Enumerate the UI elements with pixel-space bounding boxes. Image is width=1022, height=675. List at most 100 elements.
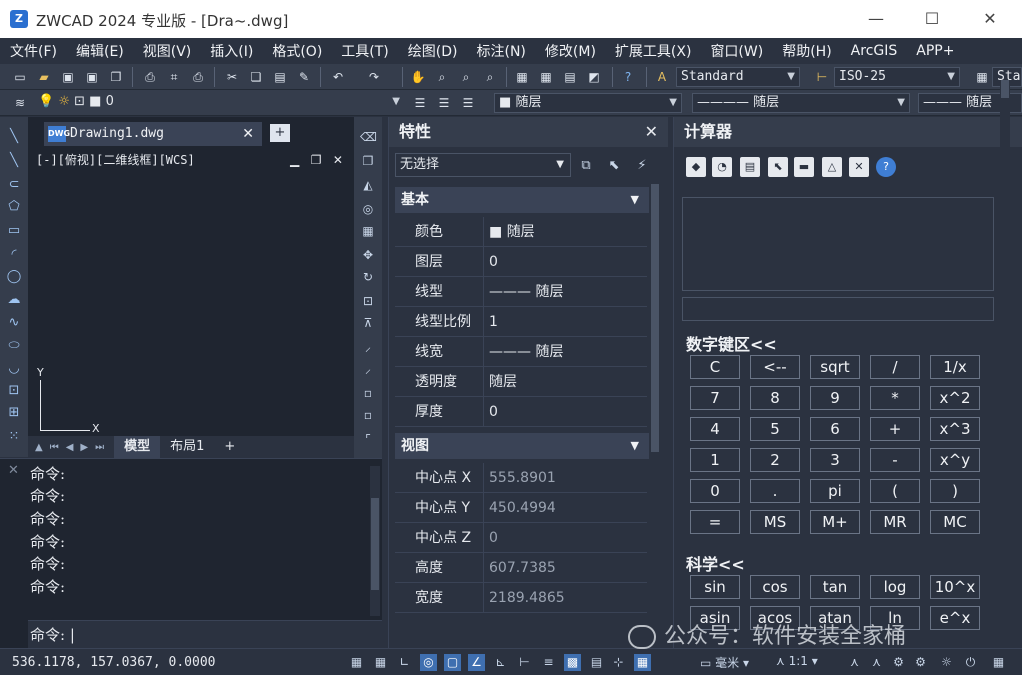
prop-row-thickness[interactable]: 厚度 0 bbox=[395, 397, 647, 427]
dim-style-select[interactable]: ISO-25 ▼ bbox=[834, 67, 960, 87]
arc-icon[interactable]: ◜ bbox=[6, 247, 22, 263]
chamfer-icon[interactable]: ⌜ bbox=[360, 431, 376, 447]
properties-icon[interactable]: ▦ bbox=[514, 69, 530, 85]
layer-select[interactable]: 💡 ☼ ⊡ ■ 0 ▼ bbox=[34, 93, 404, 113]
command-scrollbar[interactable] bbox=[370, 466, 380, 616]
zoom-realtime-icon[interactable]: ⌕ bbox=[434, 69, 450, 85]
transparency-toggle-icon[interactable]: ▩ bbox=[564, 654, 581, 671]
undo-icon[interactable]: ↶ bbox=[330, 69, 346, 85]
layer-state-icon[interactable]: ☰ bbox=[460, 95, 476, 111]
numpad-key[interactable]: x^2 bbox=[930, 386, 980, 410]
numpad-key[interactable]: x^y bbox=[930, 448, 980, 472]
tab-layout1[interactable]: 布局1 bbox=[160, 436, 214, 458]
numpad-key[interactable]: 2 bbox=[750, 448, 800, 472]
numpad-key[interactable]: = bbox=[690, 510, 740, 534]
menu-tools[interactable]: 工具(T) bbox=[341, 41, 388, 61]
numpad-key[interactable]: . bbox=[750, 479, 800, 503]
lineweight-toggle-icon[interactable]: ≡ bbox=[540, 654, 557, 671]
science-header[interactable]: 科学<< bbox=[686, 551, 745, 575]
prop-row-linetype[interactable]: 线型 ——— 随层 bbox=[395, 277, 647, 307]
prop-row-width[interactable]: 宽度 2189.4865 bbox=[395, 583, 647, 613]
numpad-key[interactable]: + bbox=[870, 417, 920, 441]
copy-icon[interactable]: ❏ bbox=[248, 69, 264, 85]
menu-arcgis[interactable]: ArcGIS bbox=[851, 43, 898, 59]
get-coordinates-icon[interactable]: ⬉ bbox=[768, 157, 788, 177]
clean-screen-icon[interactable]: ▦ bbox=[990, 654, 1007, 671]
join-icon[interactable]: ▫ bbox=[360, 407, 376, 423]
numpad-key[interactable]: x^3 bbox=[930, 417, 980, 441]
auto-scale-icon[interactable]: ⋏ bbox=[868, 654, 885, 671]
select-objects-icon[interactable]: ⬉ bbox=[605, 157, 623, 175]
prop-row-center-x[interactable]: 中心点 X 555.8901 bbox=[395, 463, 647, 493]
linetype-select[interactable]: ———— 随层 ▼ bbox=[692, 93, 910, 113]
numpad-key[interactable]: * bbox=[870, 386, 920, 410]
calculator-input[interactable] bbox=[682, 297, 994, 321]
plot-icon[interactable]: ⎙ bbox=[190, 69, 206, 85]
numpad-key[interactable]: 6 bbox=[810, 417, 860, 441]
pan-hand-icon[interactable]: ✋ bbox=[410, 69, 426, 85]
settings-gear-icon[interactable]: ⚙ bbox=[912, 654, 929, 671]
first-layout-icon[interactable]: ▲ bbox=[35, 442, 43, 453]
clear-history-icon[interactable]: ◔ bbox=[712, 157, 732, 177]
quick-properties-icon[interactable]: ▤ bbox=[588, 654, 605, 671]
ellipse-arc-icon[interactable]: ◡ bbox=[6, 361, 22, 377]
command-input[interactable]: 命令: | bbox=[28, 620, 382, 648]
new-file-icon[interactable]: ▭ bbox=[12, 69, 28, 85]
menu-format[interactable]: 格式(O) bbox=[272, 41, 322, 61]
polar-tracking-icon[interactable]: ◎ bbox=[420, 654, 437, 671]
close-properties-icon[interactable]: ✕ bbox=[645, 122, 658, 141]
open-folder-icon[interactable]: ▰ bbox=[36, 69, 52, 85]
layer-previous-icon[interactable]: ☰ bbox=[436, 95, 452, 111]
menu-insert[interactable]: 插入(I) bbox=[210, 41, 253, 61]
prop-row-center-y[interactable]: 中心点 Y 450.4994 bbox=[395, 493, 647, 523]
grid-display-icon[interactable]: ▦ bbox=[372, 654, 389, 671]
rectangle-icon[interactable]: ▭ bbox=[6, 223, 22, 239]
viewport-restore-icon[interactable]: ❐ bbox=[311, 153, 322, 167]
extend-icon[interactable]: ⸝ bbox=[360, 361, 376, 377]
numpad-key[interactable]: - bbox=[870, 448, 920, 472]
prop-row-lineweight[interactable]: 线宽 ——— 随层 bbox=[395, 337, 647, 367]
prop-row-height[interactable]: 高度 607.7385 bbox=[395, 553, 647, 583]
units-display[interactable]: ▭ 毫米 ▾ bbox=[700, 654, 749, 671]
trim-icon[interactable]: ⸝ bbox=[360, 339, 376, 355]
prop-row-center-z[interactable]: 中心点 Z 0 bbox=[395, 523, 647, 553]
polygon-icon[interactable]: ⬠ bbox=[6, 199, 22, 215]
new-tab-button[interactable]: + bbox=[270, 124, 290, 142]
ray-icon[interactable]: ╲ bbox=[6, 153, 22, 169]
toggle-pickadd-icon[interactable]: ⧉ bbox=[577, 157, 595, 175]
point-icon[interactable]: ⁙ bbox=[6, 429, 22, 445]
maximize-button[interactable]: ☐ bbox=[912, 6, 952, 32]
hardware-acceleration-icon[interactable]: ☼ bbox=[938, 654, 955, 671]
make-layer-current-icon[interactable]: ☰ bbox=[412, 95, 428, 111]
numpad-key[interactable]: MS bbox=[750, 510, 800, 534]
document-tab[interactable]: DWG Drawing1.dwg ✕ bbox=[44, 122, 262, 146]
annotation-monitor-icon[interactable]: ▦ bbox=[634, 654, 651, 671]
properties-scrollbar[interactable] bbox=[650, 184, 660, 624]
circle-icon[interactable]: ◯ bbox=[6, 269, 22, 285]
scale-icon[interactable]: ⊡ bbox=[360, 293, 376, 309]
science-key[interactable]: sin bbox=[690, 575, 740, 599]
prop-row-transparency[interactable]: 透明度 随层 bbox=[395, 367, 647, 397]
markup-icon[interactable]: ◩ bbox=[586, 69, 602, 85]
tab-model[interactable]: 模型 bbox=[114, 436, 161, 458]
print-icon[interactable]: ⎙ bbox=[142, 69, 158, 85]
section-view[interactable]: 视图 ▼ bbox=[395, 433, 649, 459]
viewport-minimize-icon[interactable]: ▁ bbox=[290, 153, 299, 167]
numpad-key[interactable]: ( bbox=[870, 479, 920, 503]
line-icon[interactable]: ╲ bbox=[6, 129, 22, 145]
numpad-key[interactable]: 7 bbox=[690, 386, 740, 410]
close-tab-icon[interactable]: ✕ bbox=[242, 122, 254, 146]
selection-cycling-icon[interactable]: ⊹ bbox=[610, 654, 627, 671]
numpad-key[interactable]: 5 bbox=[750, 417, 800, 441]
stretch-icon[interactable]: ⊼ bbox=[360, 315, 376, 331]
menu-modify[interactable]: 修改(M) bbox=[545, 41, 596, 61]
spline-icon[interactable]: ∿ bbox=[6, 315, 22, 331]
numpad-key[interactable]: <-- bbox=[750, 355, 800, 379]
save-as-icon[interactable]: ▣ bbox=[84, 69, 100, 85]
last-layout-icon[interactable]: ⏭ bbox=[95, 442, 104, 453]
mirror-icon[interactable]: ◭ bbox=[360, 177, 376, 193]
science-key[interactable]: cos bbox=[750, 575, 800, 599]
numpad-key[interactable]: C bbox=[690, 355, 740, 379]
numpad-key[interactable]: M+ bbox=[810, 510, 860, 534]
distance-icon[interactable]: ▬ bbox=[794, 157, 814, 177]
